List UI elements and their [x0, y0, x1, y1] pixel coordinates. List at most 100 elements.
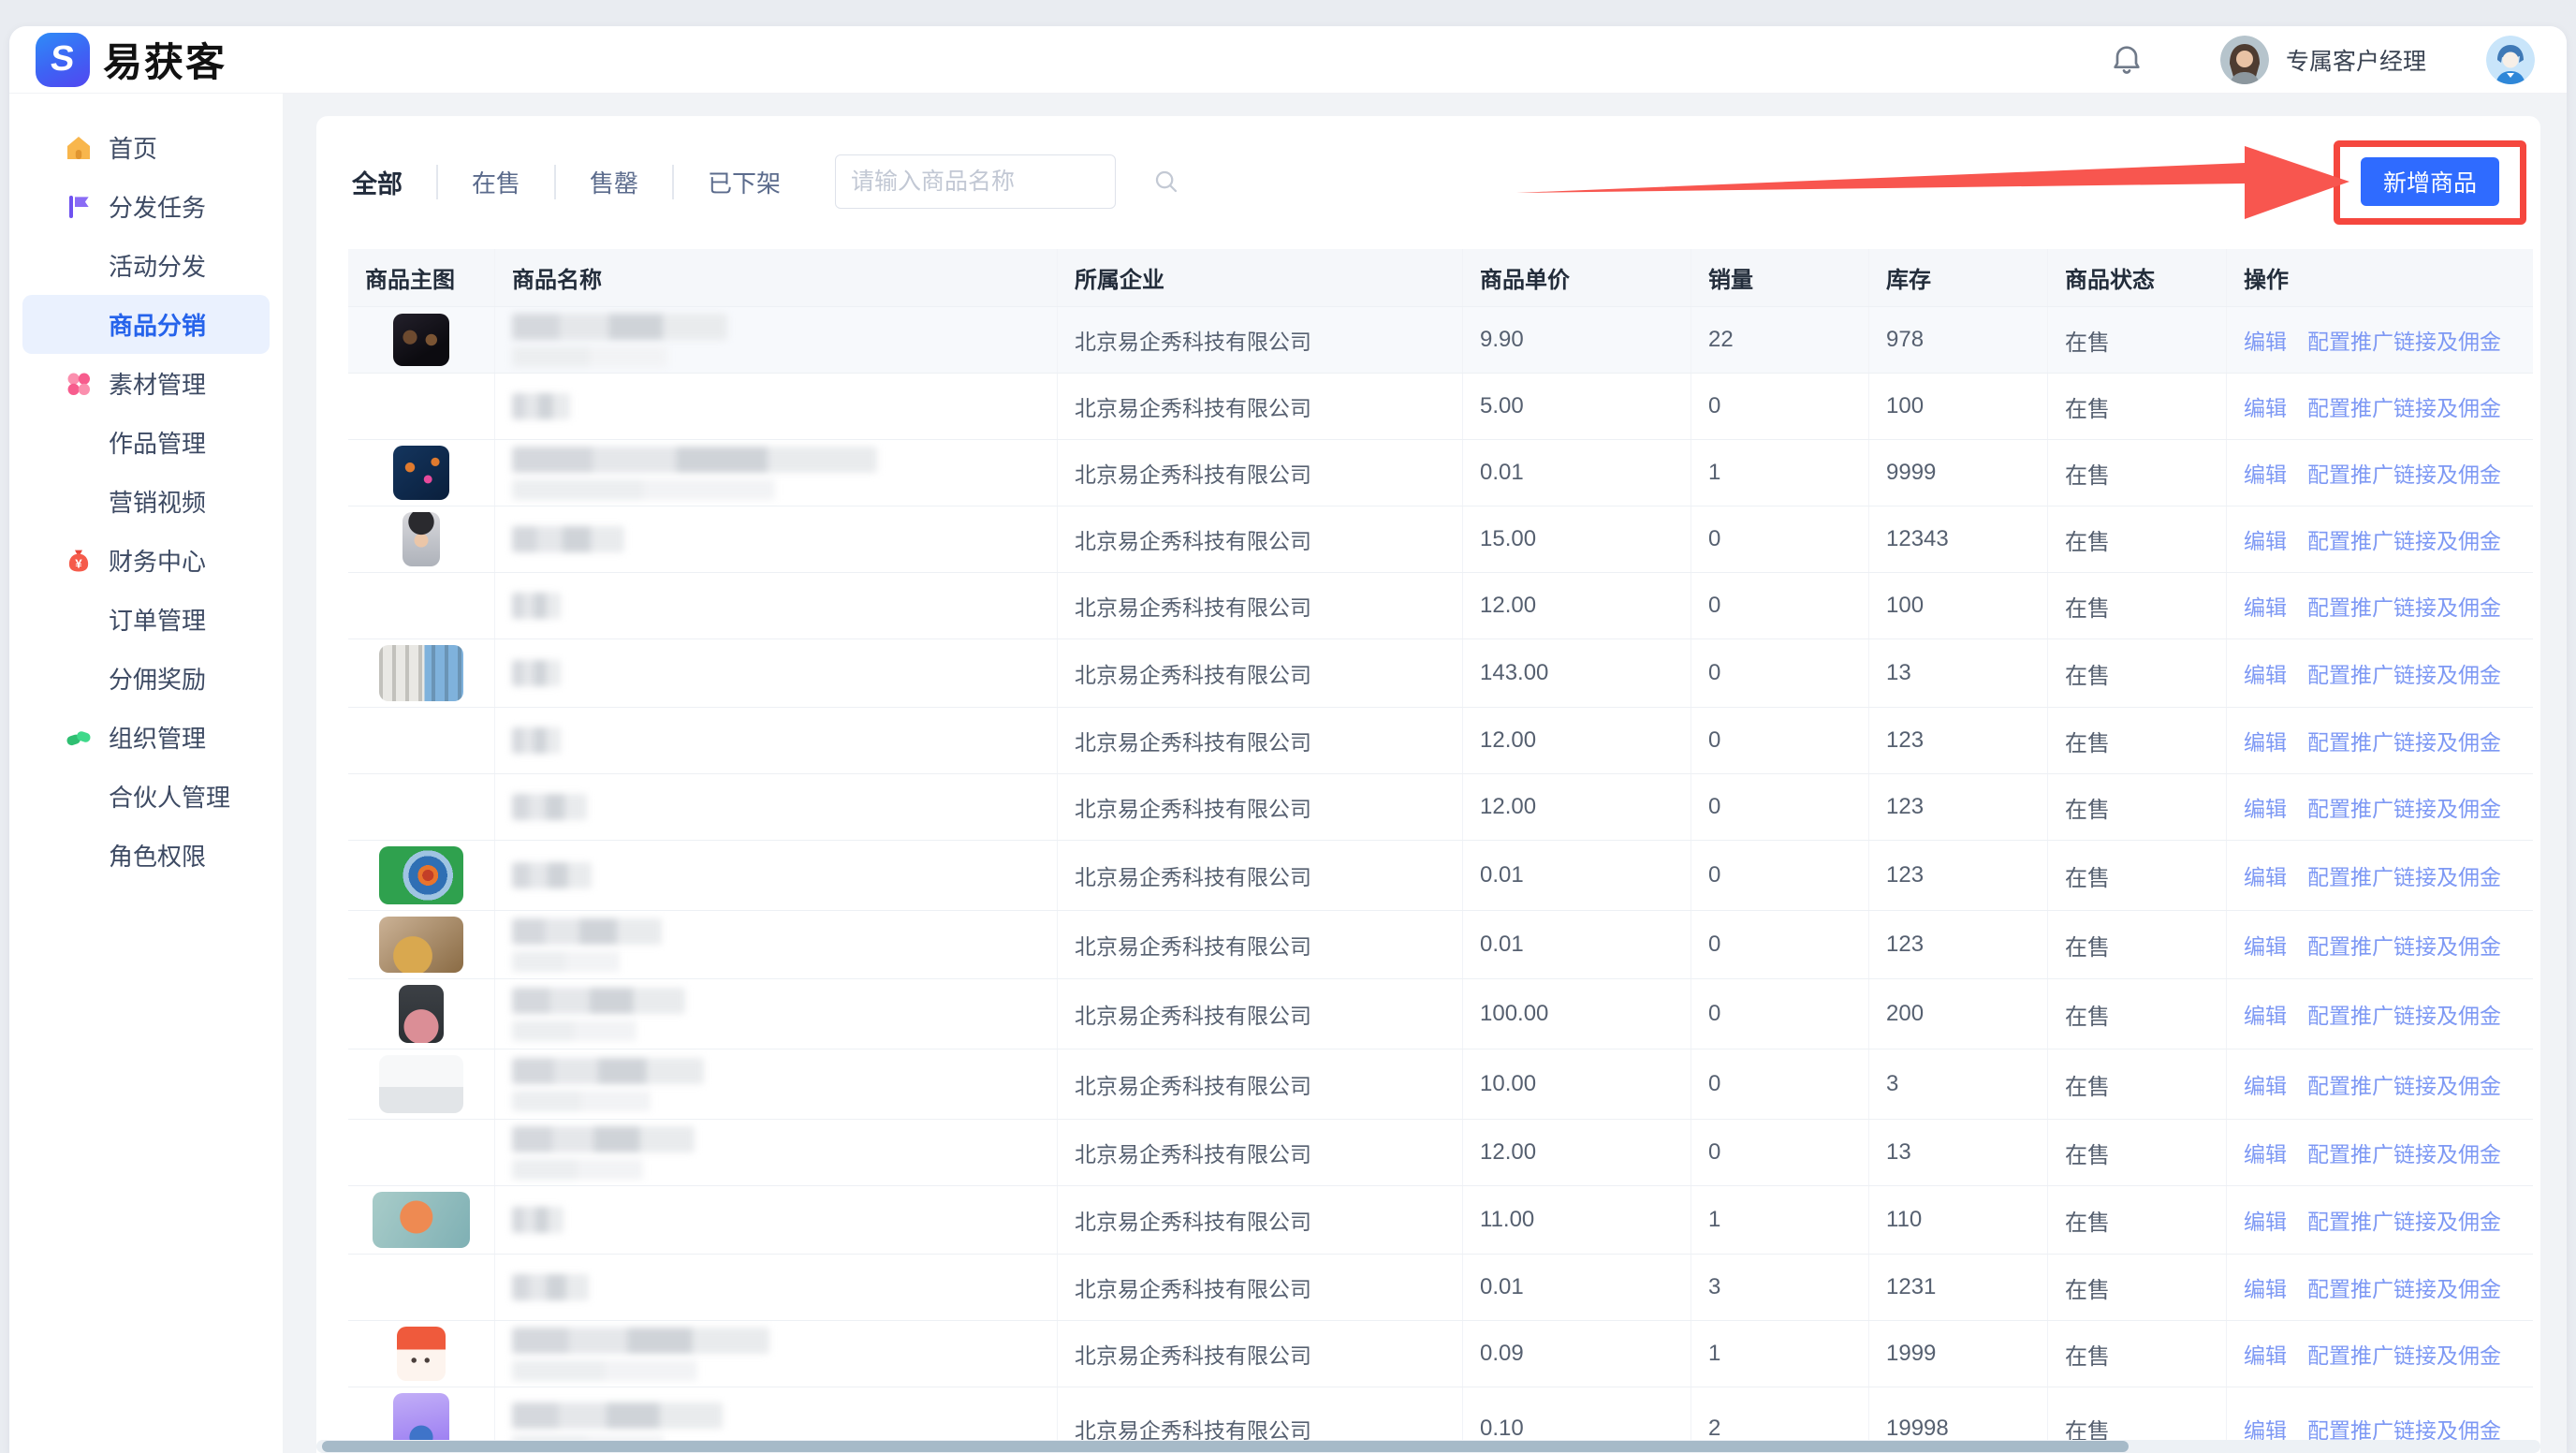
product-name-redacted	[512, 918, 662, 972]
status-text: 在售	[2048, 841, 2227, 910]
sidebar-item-distribute-tasks[interactable]: 分发任务	[22, 177, 270, 236]
product-thumbnail[interactable]	[393, 314, 449, 366]
sales-cell: 0	[1691, 774, 1869, 840]
edit-link[interactable]: 编辑	[2244, 523, 2287, 555]
edit-link[interactable]: 编辑	[2244, 390, 2287, 422]
configure-promo-link[interactable]: 配置推广链接及佣金	[2307, 998, 2501, 1030]
table-row: 北京易企秀科技有限公司 15.00 0 12343 在售 编辑 配置推广链接及佣…	[348, 506, 2533, 573]
sidebar-item-product-distribution[interactable]: 商品分销	[22, 295, 270, 354]
horizontal-scrollbar-thumb[interactable]	[322, 1441, 2129, 1452]
search-input[interactable]	[851, 169, 1152, 196]
edit-link[interactable]: 编辑	[2244, 324, 2287, 356]
notification-bell-icon[interactable]	[2108, 41, 2145, 79]
handshake-icon	[64, 723, 94, 753]
edit-link[interactable]: 编辑	[2244, 998, 2287, 1030]
sidebar-item-activity-distribution[interactable]: 活动分发	[22, 236, 270, 295]
product-name-redacted	[512, 393, 570, 419]
status-text: 在售	[2048, 506, 2227, 572]
sidebar-item-order-management[interactable]: 订单管理	[22, 590, 270, 649]
product-thumbnail[interactable]	[399, 985, 444, 1043]
price-cell: 143.00	[1463, 639, 1691, 707]
sidebar-item-marketing-video[interactable]: 营销视频	[22, 472, 270, 531]
product-name-redacted	[512, 727, 561, 754]
price-cell: 0.01	[1463, 841, 1691, 910]
configure-promo-link[interactable]: 配置推广链接及佣金	[2307, 791, 2501, 823]
sidebar-item-home[interactable]: 首页	[22, 118, 270, 177]
configure-promo-link[interactable]: 配置推广链接及佣金	[2307, 1068, 2501, 1100]
manager-avatar[interactable]	[2220, 36, 2269, 84]
table-row: 北京易企秀科技有限公司 10.00 0 3 在售 编辑 配置推广链接及佣金	[348, 1049, 2533, 1120]
product-thumbnail[interactable]	[393, 446, 449, 500]
configure-promo-link[interactable]: 配置推广链接及佣金	[2307, 657, 2501, 689]
tab-sold-out[interactable]: 售罄	[554, 165, 672, 199]
edit-link[interactable]: 编辑	[2244, 1068, 2287, 1100]
product-thumbnail[interactable]	[373, 1192, 470, 1248]
edit-link[interactable]: 编辑	[2244, 725, 2287, 756]
sidebar-item-finance-center[interactable]: ¥ 财务中心	[22, 531, 270, 590]
edit-link[interactable]: 编辑	[2244, 929, 2287, 961]
configure-promo-link[interactable]: 配置推广链接及佣金	[2307, 590, 2501, 622]
product-thumbnail[interactable]	[397, 1327, 446, 1381]
price-cell: 9.90	[1463, 307, 1691, 373]
status-text: 在售	[2048, 639, 2227, 707]
user-avatar[interactable]	[2486, 36, 2535, 84]
status-text: 在售	[2048, 911, 2227, 978]
sidebar-item-partner-management[interactable]: 合伙人管理	[22, 767, 270, 826]
tab-all[interactable]: 全部	[348, 164, 436, 200]
configure-promo-link[interactable]: 配置推广链接及佣金	[2307, 1137, 2501, 1168]
table-row: 北京易企秀科技有限公司 0.01 1 9999 在售 编辑 配置推广链接及佣金	[348, 440, 2533, 506]
table-row: 北京易企秀科技有限公司 5.00 0 100 在售 编辑 配置推广链接及佣金	[348, 374, 2533, 440]
product-thumbnail[interactable]	[379, 645, 463, 701]
sidebar-item-organization-management[interactable]: 组织管理	[22, 708, 270, 767]
price-cell: 0.01	[1463, 440, 1691, 506]
configure-promo-link[interactable]: 配置推广链接及佣金	[2307, 725, 2501, 756]
product-thumbnail[interactable]	[402, 512, 440, 566]
icon-spacer	[64, 605, 94, 635]
configure-promo-link[interactable]: 配置推广链接及佣金	[2307, 859, 2501, 891]
configure-promo-link[interactable]: 配置推广链接及佣金	[2307, 1338, 2501, 1370]
product-thumbnail[interactable]	[379, 846, 463, 904]
sales-cell: 0	[1691, 708, 1869, 773]
company-name: 北京易企秀科技有限公司	[1075, 590, 1311, 622]
edit-link[interactable]: 编辑	[2244, 859, 2287, 891]
configure-promo-link[interactable]: 配置推广链接及佣金	[2307, 324, 2501, 356]
edit-link[interactable]: 编辑	[2244, 590, 2287, 622]
stock-cell: 1999	[1869, 1321, 2048, 1387]
configure-promo-link[interactable]: 配置推广链接及佣金	[2307, 390, 2501, 422]
body-row: 首页 分发任务 活动分发 商品分销 素材管理 作品管理 营销视频 ¥ 财务中心 …	[9, 94, 2567, 1453]
search-icon[interactable]	[1152, 168, 1180, 196]
price-cell: 100.00	[1463, 979, 1691, 1049]
tab-off-shelf[interactable]: 已下架	[672, 165, 814, 199]
product-name-redacted	[512, 988, 685, 1041]
configure-promo-link[interactable]: 配置推广链接及佣金	[2307, 1204, 2501, 1236]
logo-text: 易获客	[103, 31, 227, 88]
price-cell: 12.00	[1463, 573, 1691, 638]
tab-on-sale[interactable]: 在售	[436, 165, 554, 199]
sales-cell: 0	[1691, 506, 1869, 572]
stock-cell: 123	[1869, 774, 2048, 840]
status-text: 在售	[2048, 708, 2227, 773]
edit-link[interactable]: 编辑	[2244, 1338, 2287, 1370]
add-product-button[interactable]: 新增商品	[2361, 157, 2499, 206]
edit-link[interactable]: 编辑	[2244, 657, 2287, 689]
configure-promo-link[interactable]: 配置推广链接及佣金	[2307, 523, 2501, 555]
sidebar-item-material-management[interactable]: 素材管理	[22, 354, 270, 413]
edit-link[interactable]: 编辑	[2244, 1137, 2287, 1168]
configure-promo-link[interactable]: 配置推广链接及佣金	[2307, 457, 2501, 489]
edit-link[interactable]: 编辑	[2244, 791, 2287, 823]
sidebar-item-role-permission[interactable]: 角色权限	[22, 826, 270, 885]
product-thumbnail[interactable]	[379, 1055, 463, 1113]
company-name: 北京易企秀科技有限公司	[1075, 859, 1311, 891]
price-cell: 0.09	[1463, 1321, 1691, 1387]
edit-link[interactable]: 编辑	[2244, 1271, 2287, 1303]
edit-link[interactable]: 编辑	[2244, 457, 2287, 489]
product-thumbnail[interactable]	[379, 917, 463, 973]
edit-link[interactable]: 编辑	[2244, 1204, 2287, 1236]
configure-promo-link[interactable]: 配置推广链接及佣金	[2307, 1271, 2501, 1303]
sidebar-item-works-management[interactable]: 作品管理	[22, 413, 270, 472]
sales-cell: 0	[1691, 841, 1869, 910]
product-name-redacted	[512, 314, 727, 367]
status-text: 在售	[2048, 1321, 2227, 1387]
sidebar-item-commission-reward[interactable]: 分佣奖励	[22, 649, 270, 708]
configure-promo-link[interactable]: 配置推广链接及佣金	[2307, 929, 2501, 961]
